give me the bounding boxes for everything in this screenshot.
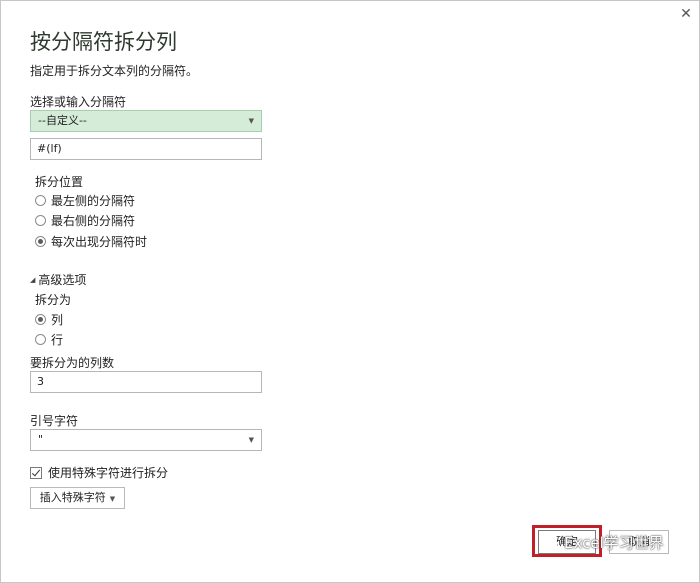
delimiter-label: 选择或输入分隔符	[30, 95, 127, 109]
split-into-option-rows[interactable]: 行	[35, 331, 63, 348]
chevron-down-icon: ▼	[248, 436, 254, 444]
num-columns-input[interactable]: 3	[30, 371, 262, 393]
watermark-text: Excel学习世界	[564, 534, 664, 552]
dialog-title: 按分隔符拆分列	[30, 30, 177, 54]
split-column-dialog: ✕ 按分隔符拆分列 指定用于拆分文本列的分隔符。 选择或输入分隔符 --自定义-…	[0, 0, 700, 583]
chevron-down-icon: ▼	[109, 495, 116, 503]
radio-button[interactable]	[35, 314, 46, 325]
split-into-option-label: 行	[51, 333, 64, 347]
split-into-option-label: 列	[51, 313, 64, 327]
wechat-icon	[540, 535, 560, 550]
delimiter-dropdown[interactable]: --自定义-- ▼	[30, 110, 262, 132]
custom-delimiter-input[interactable]: #(lf)	[30, 138, 262, 160]
split-at-option-rightmost[interactable]: 最右侧的分隔符	[35, 212, 135, 229]
split-into-option-columns[interactable]: 列	[35, 311, 63, 328]
radio-button[interactable]	[35, 334, 46, 345]
quote-char-dropdown[interactable]: " ▼	[30, 429, 262, 451]
split-at-option-leftmost[interactable]: 最左侧的分隔符	[35, 192, 135, 209]
split-at-option-label: 最右侧的分隔符	[51, 214, 136, 228]
special-chars-checkbox-label: 使用特殊字符进行拆分	[48, 466, 169, 480]
quote-char-label: 引号字符	[30, 414, 79, 428]
insert-special-character-label: 插入特殊字符	[39, 491, 106, 504]
advanced-options-toggle[interactable]: ◢ 高级选项	[30, 271, 86, 288]
radio-button[interactable]	[35, 195, 46, 206]
close-icon[interactable]: ✕	[675, 3, 697, 25]
delimiter-selected-value: --自定义--	[38, 114, 87, 127]
split-at-option-label: 每次出现分隔符时	[51, 235, 148, 249]
special-chars-checkbox-row[interactable]: 使用特殊字符进行拆分	[30, 464, 168, 481]
triangle-expanded-icon: ◢	[30, 275, 36, 284]
insert-special-character-button[interactable]: 插入特殊字符 ▼	[30, 487, 125, 509]
num-columns-value: 3	[37, 375, 44, 388]
quote-char-value: "	[38, 433, 44, 446]
num-columns-label: 要拆分为的列数	[30, 356, 115, 370]
split-at-option-label: 最左侧的分隔符	[51, 194, 136, 208]
split-at-label: 拆分位置	[35, 175, 84, 189]
advanced-options-header: 高级选项	[38, 273, 87, 287]
dialog-description: 指定用于拆分文本列的分隔符。	[30, 64, 199, 78]
chevron-down-icon: ▼	[248, 117, 254, 125]
custom-delimiter-value: #(lf)	[37, 142, 62, 155]
radio-button[interactable]	[35, 236, 46, 247]
split-into-label: 拆分为	[35, 293, 72, 307]
split-at-option-each[interactable]: 每次出现分隔符时	[35, 233, 147, 250]
watermark: Excel学习世界	[540, 532, 664, 553]
special-chars-checkbox[interactable]	[30, 466, 42, 479]
radio-button[interactable]	[35, 215, 46, 226]
